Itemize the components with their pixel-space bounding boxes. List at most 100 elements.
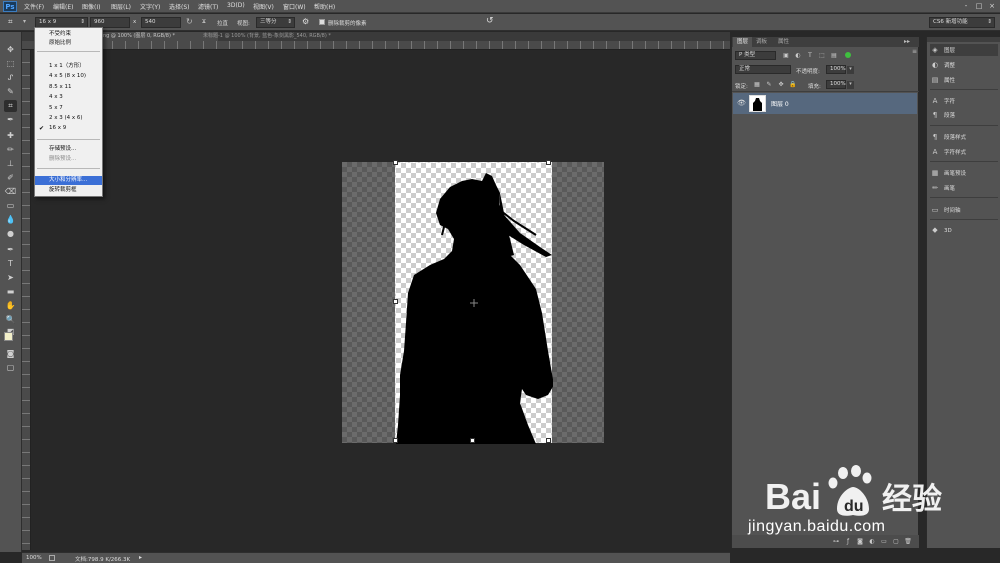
filter-type-icon[interactable]: T [806,52,814,60]
dropdown-item-rotate-crop-box[interactable]: 旋转裁剪框 [35,186,102,195]
crop-handle-bottom-left[interactable] [393,438,398,443]
marquee-tool-icon[interactable]: ⬚ [4,58,17,70]
opacity-input[interactable]: 100% [826,65,846,74]
dock-item-paragraph-styles[interactable]: ¶ 段落样式 [930,131,998,143]
adjustment-layer-icon[interactable]: ◐ [868,538,876,546]
menu-view[interactable]: 视图(V) [253,2,274,11]
crop-handle-top-left[interactable] [393,160,398,165]
blur-tool-icon[interactable]: 💧 [4,214,17,226]
filter-smart-icon[interactable]: ▤ [830,52,838,60]
hand-tool-icon[interactable]: ✋ [4,300,17,312]
move-tool-icon[interactable]: ✥ [4,44,17,56]
layer-name[interactable]: 图层 0 [771,99,789,108]
menu-layer[interactable]: 图层(L) [111,2,131,11]
dock-item-character[interactable]: A 字符 [930,95,998,107]
clone-stamp-tool-icon[interactable]: ⊥ [4,158,17,170]
menu-filter[interactable]: 滤镜(T) [198,2,218,11]
dropdown-item-save-preset[interactable]: 存储预设... [35,145,102,154]
dropdown-item-8-5x11[interactable]: 8.5 x 11 [35,83,102,92]
quick-mask-icon[interactable]: ◙ [4,348,17,360]
gear-icon[interactable]: ⚙ [302,17,309,26]
fill-input[interactable]: 100% [826,80,846,89]
blend-mode-select[interactable]: 正常 [735,65,791,74]
dock-item-properties[interactable]: ▤ 属性 [930,74,998,86]
lock-all-icon[interactable]: 🔒 [789,81,797,89]
dropdown-item-unconstrained[interactable]: 不受约束 [35,30,102,39]
path-select-tool-icon[interactable]: ➤ [4,272,17,284]
menu-image[interactable]: 图像(I) [82,2,100,11]
collapse-panel-icon[interactable]: ▸▸ [904,38,910,45]
crop-handle-bottom-right[interactable] [546,438,551,443]
crop-handle-top-right[interactable] [546,160,551,165]
overlay-view-select[interactable]: 三等分 ⇕ [256,17,295,28]
dropdown-item-5x7[interactable]: 5 x 7 [35,104,102,113]
minimize-button[interactable]: - [960,1,972,11]
brush-tool-icon[interactable]: ✏ [4,144,17,156]
zoom-level[interactable]: 100% [26,555,42,561]
lock-pixels-icon[interactable]: ✎ [765,81,773,89]
visibility-eye-icon[interactable]: 👁 [737,99,746,107]
lock-position-icon[interactable]: ✥ [777,81,785,89]
dock-item-3d[interactable]: ◆ 3D [930,224,998,236]
swap-x-label[interactable]: x [133,19,136,25]
dock-item-adjustments[interactable]: ◐ 调整 [930,59,998,71]
dock-item-layers[interactable]: ◈ 图层 [930,44,998,56]
maximize-button[interactable]: □ [973,1,985,11]
crop-box[interactable] [393,160,553,444]
dropdown-item-4x5[interactable]: 4 x 5 (8 x 10) [35,72,102,81]
dropdown-item-1x1[interactable]: 1 x 1（方形） [35,62,102,71]
workspace-select[interactable]: CS6 新增功能 ⇕ [929,17,995,28]
fill-arrow-icon[interactable]: ▾ [847,81,854,89]
lock-transparent-icon[interactable]: ▦ [753,81,761,89]
filter-shape-icon[interactable]: ⬚ [818,52,826,60]
dropdown-item-16x9[interactable]: 16 x 9 [35,124,102,133]
crop-handle-left[interactable] [393,299,398,304]
new-layer-icon[interactable]: ▢ [892,538,900,546]
menu-type[interactable]: 文字(Y) [140,2,160,11]
tool-preset-arrow-icon[interactable]: ▾ [23,18,26,25]
menu-file[interactable]: 文件(F) [24,2,44,11]
tab-layers[interactable]: 图层 [733,37,753,47]
menu-edit[interactable]: 编辑(E) [53,2,73,11]
dock-item-brush[interactable]: ✏ 画笔 [930,182,998,194]
menu-window[interactable]: 窗口(W) [283,2,306,11]
reset-icon[interactable]: ↺ [486,16,494,26]
shape-tool-icon[interactable]: ▬ [4,286,17,298]
type-tool-icon[interactable]: T [4,258,17,270]
dropdown-item-size-resolution[interactable]: 大小和分辨率... [35,176,102,185]
layer-mask-icon[interactable]: ◙ [856,538,864,546]
filter-image-icon[interactable]: ▣ [782,52,790,60]
crop-handle-bottom[interactable] [470,438,475,443]
quick-select-tool-icon[interactable]: ✎ [4,86,17,98]
new-group-icon[interactable]: ▭ [880,538,888,546]
history-brush-tool-icon[interactable]: ✐ [4,172,17,184]
dropdown-item-original-ratio[interactable]: 原始比例 [35,39,102,48]
dock-item-paragraph[interactable]: ¶ 段落 [930,109,998,121]
layer-style-icon[interactable]: ƒ [844,538,852,546]
straighten-icon[interactable]: Ϫ [202,19,206,25]
status-share-icon[interactable] [49,555,55,561]
menu-select[interactable]: 选择(S) [169,2,190,11]
eyedropper-tool-icon[interactable]: ✒ [4,114,17,126]
swap-arrows-icon[interactable]: ↻ [186,17,193,26]
delete-layer-icon[interactable]: 🗑 [904,538,912,546]
layer-filter-select[interactable]: P 类型 [735,51,776,60]
tab-document-untitled[interactable]: 未标题-1 @ 100% (背景, 蓝色-象剑黑影_540, RGB/8) * [200,32,331,41]
filter-toggle-icon[interactable] [845,52,851,58]
menu-3d[interactable]: 3D(D) [227,2,245,9]
straighten-label[interactable]: 拉直 [217,19,228,27]
crop-tool-icon[interactable]: ⌗ [8,17,13,27]
status-menu-arrow-icon[interactable]: ▸ [139,554,142,561]
dropdown-item-4x3[interactable]: 4 x 3 [35,93,102,102]
lasso-tool-icon[interactable]: ᔑ [4,72,17,84]
dock-item-timeline[interactable]: ▭ 时间轴 [930,204,998,216]
close-button[interactable]: × [986,1,998,11]
panel-menu-icon[interactable]: ≡ [912,48,917,55]
foreground-color-swatch[interactable] [4,332,13,341]
tab-channels[interactable]: 调板 [752,37,771,47]
dropdown-item-2x3[interactable]: 2 x 3 (4 x 6) [35,114,102,123]
tab-paths[interactable]: 属性 [774,37,793,47]
dock-item-brush-presets[interactable]: ▦ 画笔预设 [930,167,998,179]
screen-mode-icon[interactable]: ▢ [4,362,17,374]
crop-height-input[interactable]: 540 [141,17,181,28]
